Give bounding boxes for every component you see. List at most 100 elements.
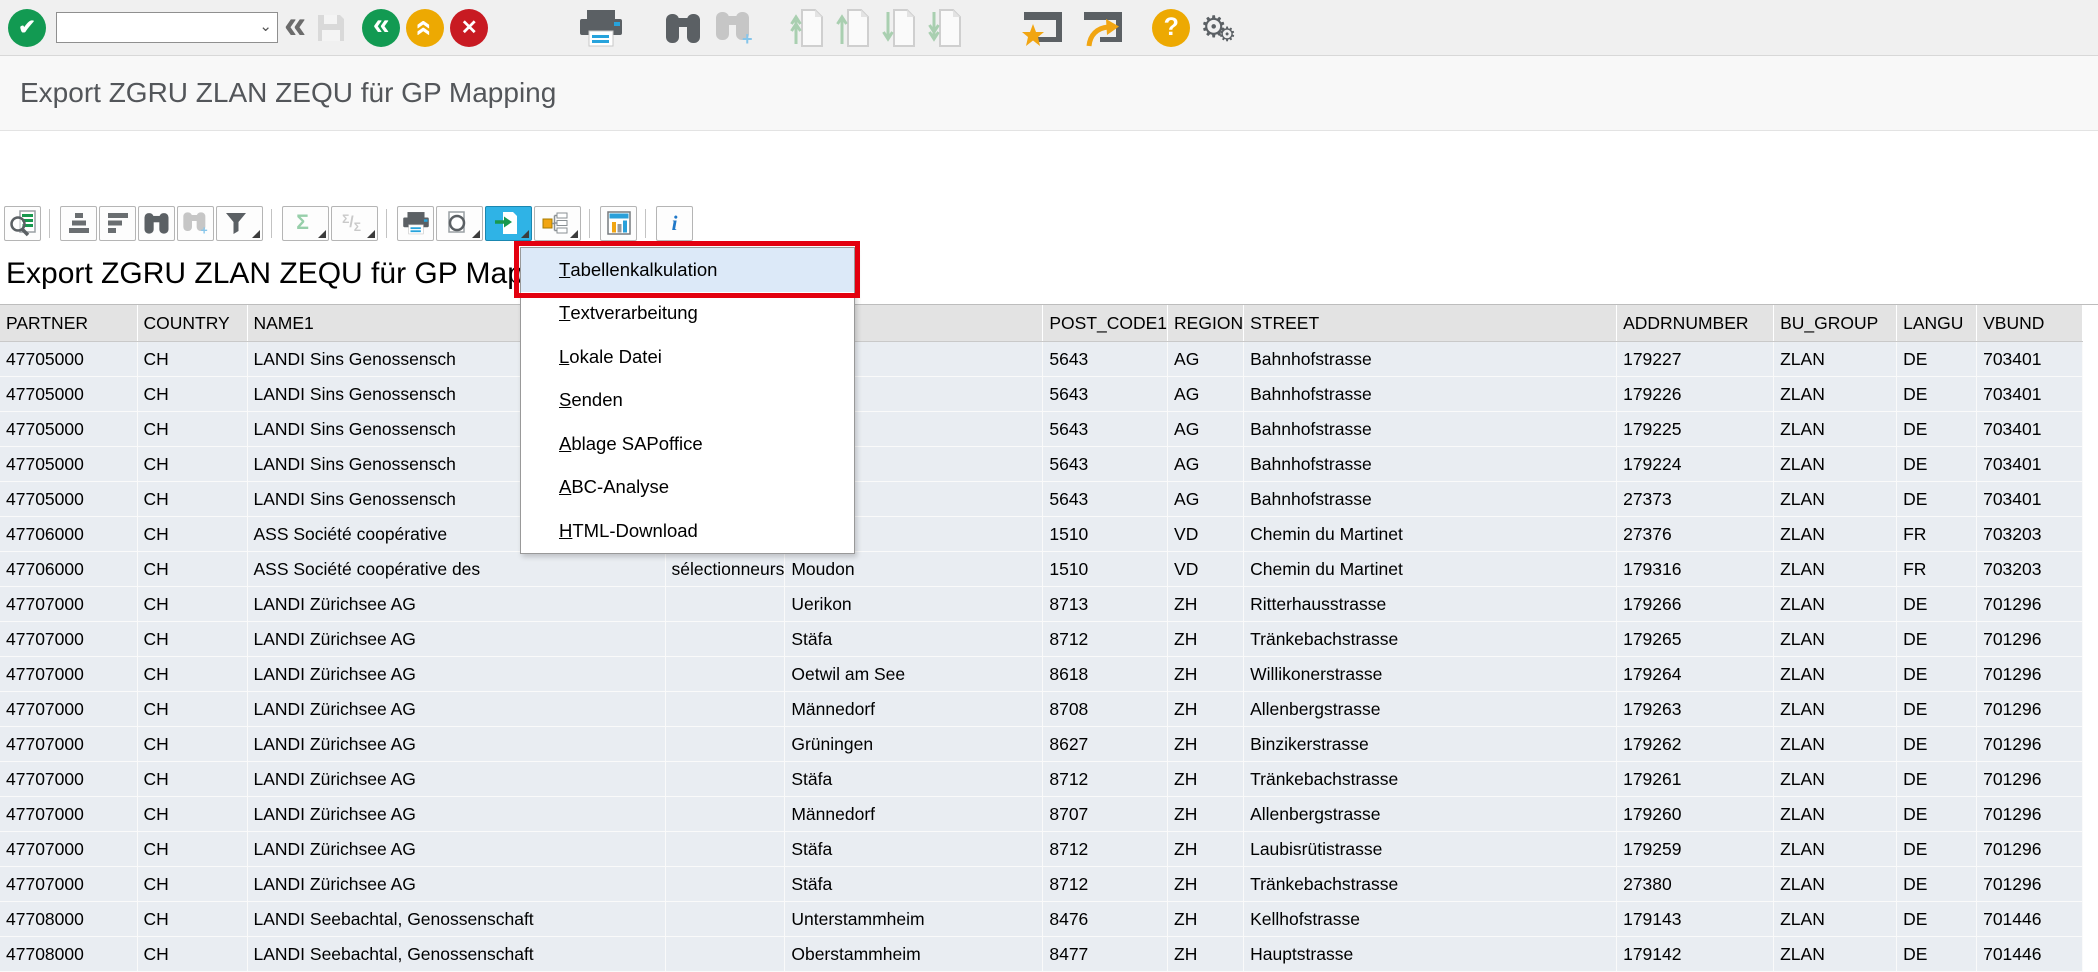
table-cell[interactable]: CH (137, 657, 247, 692)
enter-button[interactable]: ✔ (8, 9, 46, 47)
table-cell[interactable]: 8707 (1043, 797, 1168, 832)
subtotal-button[interactable]: Σ/Σ (331, 206, 378, 241)
table-cell[interactable]: DE (1897, 622, 1977, 657)
table-cell[interactable] (665, 692, 785, 727)
last-page-button[interactable] (928, 8, 962, 48)
table-cell[interactable]: ZLAN (1774, 482, 1897, 517)
graphic-button[interactable] (600, 206, 637, 241)
export-menu-item-textverarbeitung[interactable]: Textverarbeitung (521, 292, 854, 336)
table-cell[interactable]: 179224 (1617, 447, 1774, 482)
previous-page-button[interactable] (836, 8, 870, 48)
export-menu-item-lokale-datei[interactable]: Lokale Datei (521, 335, 854, 379)
table-cell[interactable]: Laubisrütistrasse (1244, 832, 1617, 867)
table-cell[interactable]: ZLAN (1774, 447, 1897, 482)
new-session-button[interactable] (1020, 8, 1066, 48)
table-cell[interactable]: Moudon (785, 552, 1043, 587)
table-cell[interactable]: 47707000 (0, 657, 137, 692)
table-cell[interactable]: CH (137, 727, 247, 762)
table-cell[interactable]: 1510 (1043, 517, 1168, 552)
table-cell[interactable]: CH (137, 832, 247, 867)
table-cell[interactable]: CH (137, 587, 247, 622)
filter-button[interactable] (216, 206, 263, 241)
table-cell[interactable]: 47705000 (0, 377, 137, 412)
table-cell[interactable]: 8713 (1043, 587, 1168, 622)
table-cell[interactable]: Allenbergstrasse (1244, 797, 1617, 832)
table-cell[interactable]: 179227 (1617, 342, 1774, 377)
table-cell[interactable]: 701296 (1977, 867, 2083, 902)
table-cell[interactable]: DE (1897, 342, 1977, 377)
first-page-button[interactable] (790, 8, 824, 48)
table-cell[interactable]: 701296 (1977, 587, 2083, 622)
table-cell[interactable]: 703401 (1977, 447, 2083, 482)
table-cell[interactable]: 5643 (1043, 482, 1168, 517)
table-cell[interactable]: 179266 (1617, 587, 1774, 622)
table-cell[interactable]: Stäfa (785, 622, 1043, 657)
table-cell[interactable]: CH (137, 482, 247, 517)
table-cell[interactable]: ZLAN (1774, 902, 1897, 937)
table-cell[interactable]: 5643 (1043, 377, 1168, 412)
table-cell[interactable]: 179262 (1617, 727, 1774, 762)
next-page-button[interactable] (882, 8, 916, 48)
table-cell[interactable]: 47708000 (0, 937, 137, 972)
table-cell[interactable]: DE (1897, 447, 1977, 482)
table-cell[interactable]: 701296 (1977, 832, 2083, 867)
table-cell[interactable]: LANDI Zürichsee AG (247, 622, 665, 657)
table-cell[interactable]: 179142 (1617, 937, 1774, 972)
table-cell[interactable]: CH (137, 412, 247, 447)
exit-button[interactable]: « (406, 9, 444, 47)
table-cell[interactable]: ZH (1168, 692, 1244, 727)
column-header[interactable]: STREET (1244, 305, 1617, 342)
table-cell[interactable]: 701296 (1977, 622, 2083, 657)
info-button[interactable]: i (656, 206, 693, 241)
table-cell[interactable]: DE (1897, 902, 1977, 937)
table-cell[interactable]: Oberstammheim (785, 937, 1043, 972)
table-cell[interactable] (665, 587, 785, 622)
export-menu-item-ablage-sapoffice[interactable]: Ablage SAPoffice (521, 422, 854, 466)
export-menu-item-html-download[interactable]: HTML-Download (521, 509, 854, 553)
table-cell[interactable]: 47707000 (0, 727, 137, 762)
collapse-toolbar-button[interactable]: « (284, 17, 306, 39)
table-cell[interactable] (665, 727, 785, 762)
table-cell[interactable]: Uerikon (785, 587, 1043, 622)
table-cell[interactable]: ZH (1168, 657, 1244, 692)
table-cell[interactable]: 47707000 (0, 692, 137, 727)
table-cell[interactable]: CH (137, 762, 247, 797)
table-cell[interactable]: 703401 (1977, 412, 2083, 447)
table-cell[interactable] (665, 797, 785, 832)
table-cell[interactable]: ZLAN (1774, 587, 1897, 622)
table-cell[interactable]: ZLAN (1774, 657, 1897, 692)
export-menu-item-tabellenkalkulation[interactable]: Tabellenkalkulation (521, 248, 854, 292)
table-cell[interactable]: CH (137, 937, 247, 972)
table-cell[interactable]: Ritterhausstrasse (1244, 587, 1617, 622)
table-cell[interactable]: Bahnhofstrasse (1244, 447, 1617, 482)
table-cell[interactable]: ZH (1168, 587, 1244, 622)
table-cell[interactable]: AG (1168, 377, 1244, 412)
table-cell[interactable]: Bahnhofstrasse (1244, 377, 1617, 412)
table-cell[interactable]: ZLAN (1774, 342, 1897, 377)
table-cell[interactable]: 703203 (1977, 552, 2083, 587)
table-cell[interactable]: 1510 (1043, 552, 1168, 587)
table-cell[interactable]: ZH (1168, 622, 1244, 657)
table-cell[interactable]: 8712 (1043, 762, 1168, 797)
table-cell[interactable]: 701296 (1977, 762, 2083, 797)
table-cell[interactable]: 701296 (1977, 727, 2083, 762)
table-cell[interactable]: DE (1897, 867, 1977, 902)
details-button[interactable] (4, 206, 41, 241)
table-cell[interactable]: LANDI Zürichsee AG (247, 762, 665, 797)
table-cell[interactable]: DE (1897, 762, 1977, 797)
table-cell[interactable]: 179263 (1617, 692, 1774, 727)
table-cell[interactable]: Willikonerstrasse (1244, 657, 1617, 692)
table-cell[interactable]: Hauptstrasse (1244, 937, 1617, 972)
table-cell[interactable]: LANDI Seebachtal, Genossenschaft (247, 902, 665, 937)
table-cell[interactable]: ZH (1168, 727, 1244, 762)
table-cell[interactable]: LANDI Zürichsee AG (247, 797, 665, 832)
table-cell[interactable]: ZLAN (1774, 937, 1897, 972)
column-header[interactable]: PARTNER (0, 305, 137, 342)
export-menu-item-abc-analyse[interactable]: ABC-Analyse (521, 466, 854, 510)
table-cell[interactable] (665, 657, 785, 692)
table-cell[interactable]: ZLAN (1774, 692, 1897, 727)
table-cell[interactable]: Stäfa (785, 762, 1043, 797)
table-cell[interactable]: 703401 (1977, 482, 2083, 517)
table-cell[interactable]: 47707000 (0, 867, 137, 902)
table-cell[interactable]: Männedorf (785, 692, 1043, 727)
